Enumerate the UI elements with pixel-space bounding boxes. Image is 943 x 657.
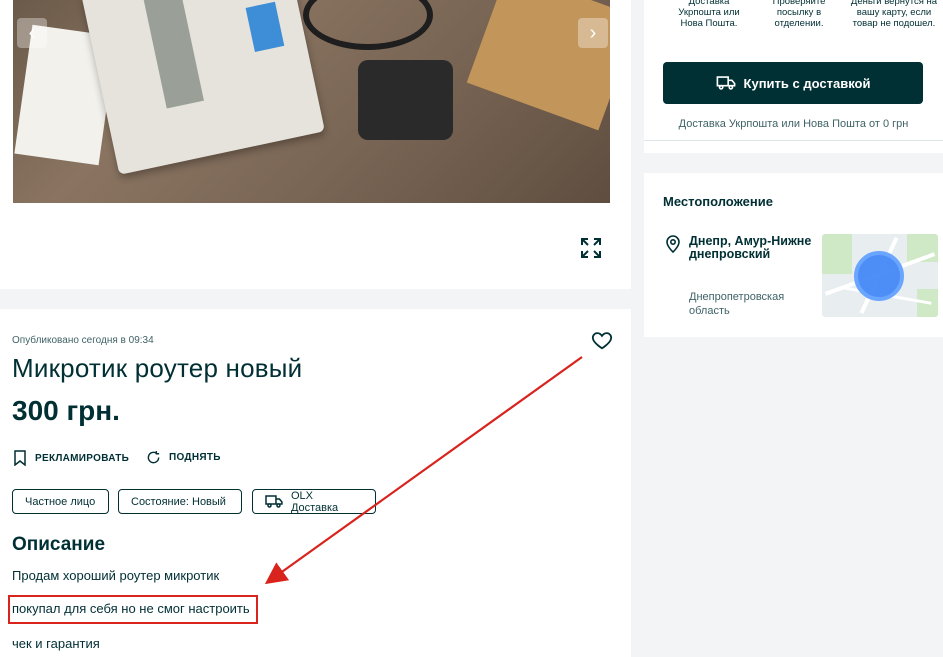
buy-with-delivery-button[interactable]: Купить с доставкой — [663, 62, 923, 104]
ad-title: Микротик роутер новый — [12, 353, 303, 383]
photo-gallery: ‹ › — [0, 0, 631, 289]
delivery-card: Доставка Укрпошта или Нова Пошта. Провер… — [644, 0, 943, 153]
tag-label: OLX Доставка — [290, 489, 339, 514]
previous-photo-button[interactable]: ‹ — [17, 18, 47, 48]
truck-icon — [265, 495, 283, 508]
delivery-note: Доставка Укрпошта или Нова Пошта от 0 гр… — [678, 118, 909, 130]
location-map[interactable] — [822, 234, 938, 317]
fullscreen-icon[interactable] — [579, 236, 603, 260]
tag-label: Состояние: Новый — [131, 495, 226, 508]
location-heading: Местоположение — [663, 194, 773, 209]
tag-label: Частное лицо — [25, 495, 96, 508]
truck-icon — [716, 76, 735, 90]
published-date: Опубликовано сегодня в 09:34 — [12, 335, 154, 346]
delivery-step: Доставка Укрпошта или Нова Пошта. — [678, 0, 740, 29]
product-photo[interactable] — [13, 0, 610, 203]
raise-label: ПОДНЯТЬ — [169, 452, 221, 463]
heart-icon[interactable] — [591, 329, 613, 351]
chevron-right-icon: › — [589, 21, 597, 44]
buy-button-label: Купить с доставкой — [743, 75, 871, 91]
delivery-steps: Доставка Укрпошта или Нова Пошта. Провер… — [644, 0, 943, 44]
description-line: чек и гарантия — [12, 636, 100, 651]
next-photo-button[interactable]: › — [578, 18, 608, 48]
ad-price: 300 грн. — [12, 395, 120, 426]
promote-button[interactable]: РЕКЛАМИРОВАТЬ — [13, 450, 129, 466]
seller-type-tag: Частное лицо — [12, 489, 109, 514]
delivery-step: Деньги вернутся на вашу карту, если това… — [850, 0, 938, 29]
delivery-tag: OLX Доставка — [252, 489, 376, 514]
description-heading: Описание — [12, 534, 106, 555]
location-card: Местоположение Днепр, Амур-Нижнеднепровс… — [644, 173, 943, 337]
description-line: Продам хороший роутер микротик — [12, 568, 220, 583]
annotation-highlight-box — [8, 595, 258, 624]
promote-label: РЕКЛАМИРОВАТЬ — [35, 452, 130, 464]
location-pin-icon — [666, 235, 680, 253]
refresh-icon — [147, 450, 160, 464]
bookmark-icon — [14, 450, 26, 466]
raise-button[interactable]: ПОДНЯТЬ — [146, 450, 221, 465]
location-city: Днепр, Амур-Нижнеднепровский — [689, 234, 812, 261]
chevron-left-icon: ‹ — [28, 21, 36, 44]
ad-details: Опубликовано сегодня в 09:34 Микротик ро… — [0, 309, 631, 657]
condition-tag: Состояние: Новый — [118, 489, 242, 514]
map-area-marker — [854, 251, 904, 301]
divider — [644, 140, 943, 141]
location-region: Днепропетровская область — [689, 291, 785, 317]
delivery-step: Проверяйте посылку в отделении. — [772, 0, 826, 29]
